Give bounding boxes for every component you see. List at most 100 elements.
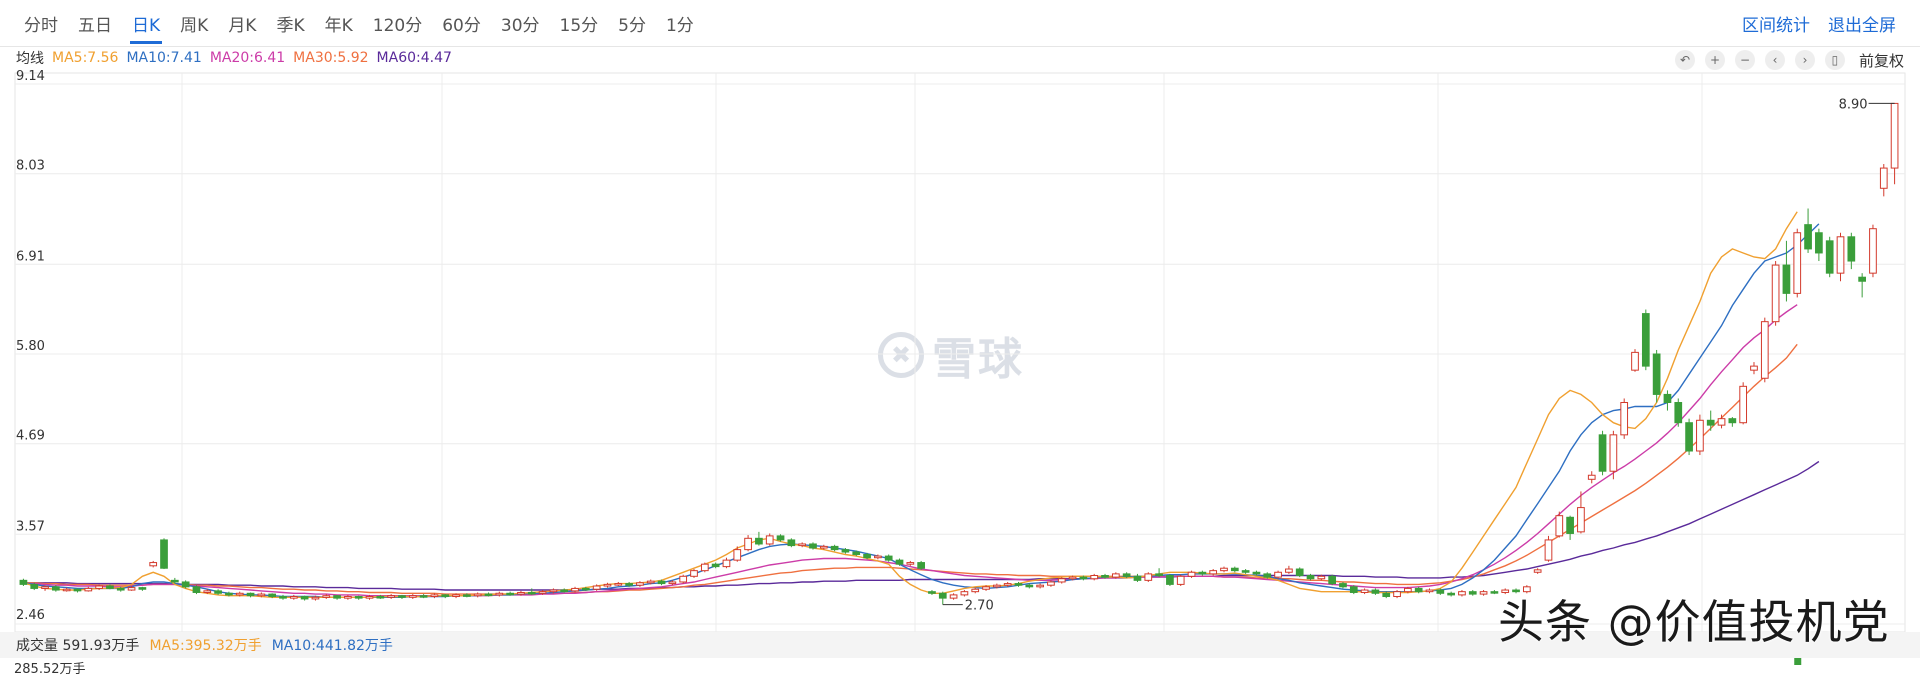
candle-body-up: [798, 543, 807, 547]
candle-body-down: [160, 539, 168, 569]
candle-body-up: [1879, 167, 1888, 189]
candle-body-up: [41, 586, 49, 589]
candle-body-down: [300, 596, 309, 600]
candle-body-up: [1425, 589, 1434, 593]
high-marker-label: 8.90: [1839, 97, 1868, 112]
candle-body-down: [657, 580, 666, 585]
candle-body-down: [1328, 575, 1337, 585]
candle-body-down: [1674, 402, 1683, 424]
candle-body-down: [581, 587, 590, 591]
candle-body-up: [517, 591, 525, 595]
candle-body-up: [819, 545, 828, 549]
candle-body-down: [1371, 589, 1380, 594]
candle-body-down: [1198, 571, 1207, 575]
candle-body-down: [625, 583, 633, 586]
candle-body-down: [1382, 592, 1391, 598]
candle-body-up: [603, 583, 612, 587]
candle-body-down: [1230, 567, 1239, 572]
candle-body-up: [668, 581, 677, 585]
candle-body-up: [949, 594, 958, 599]
volume-ma10: MA10:441.82万手: [271, 638, 393, 654]
candle-body-down: [1414, 587, 1423, 593]
candle-body-up: [1360, 589, 1369, 593]
candle-body-down: [884, 555, 893, 561]
y-tick-label: 9.14: [16, 69, 45, 84]
low-marker-label: 2.70: [965, 599, 994, 614]
candle-body-up: [1836, 236, 1845, 274]
candle-body-down: [181, 581, 190, 588]
volume-axis-label: 285.52万手: [14, 662, 86, 677]
candle-body-down: [1598, 434, 1607, 472]
candle-body-up: [1771, 264, 1780, 323]
candle-body-down: [1339, 583, 1347, 588]
candle-body-down: [1468, 591, 1477, 595]
y-tick-label: 6.91: [16, 249, 45, 264]
candle-body-down: [1804, 224, 1812, 250]
candle-body-up: [549, 589, 558, 593]
candle-body-down: [19, 579, 28, 585]
candle-body-down: [1014, 583, 1023, 586]
candle-body-up: [1209, 570, 1218, 575]
candle-body-up: [62, 588, 71, 592]
candle-body-up: [1285, 568, 1293, 573]
candle-body-up: [495, 592, 504, 596]
candle-body-down: [895, 559, 904, 565]
candle-body-down: [852, 551, 861, 555]
candle-body-down: [1241, 570, 1250, 573]
candle-body-up: [1869, 228, 1877, 274]
candle-body-up: [679, 575, 688, 583]
candle-body-down: [1447, 592, 1455, 596]
candle-body-up: [1544, 539, 1553, 561]
candle-body-down: [1858, 276, 1866, 282]
candle-body-down: [1133, 575, 1142, 581]
candle-body-down: [711, 563, 720, 568]
y-tick-label: 5.80: [16, 339, 45, 354]
candle-body-down: [116, 587, 125, 591]
candle-body-up: [592, 585, 601, 590]
candle-body-up: [257, 593, 266, 597]
candle-body-down: [484, 593, 493, 597]
candle-body-down: [1155, 573, 1163, 576]
candle-body-up: [646, 580, 655, 584]
candle-body-down: [560, 589, 569, 593]
candle-body-up: [235, 592, 244, 596]
candle-body-up: [538, 591, 547, 594]
plot-frame: [14, 72, 1906, 633]
candle-body-up: [1696, 419, 1704, 452]
candle-body-up: [408, 595, 417, 598]
candle-body-down: [214, 590, 222, 594]
candle-body-up: [473, 593, 482, 597]
candle-body-down: [246, 592, 255, 597]
candle-body-up: [322, 595, 331, 598]
candle-body-down: [506, 592, 514, 596]
candle-body-up: [1717, 418, 1726, 426]
candle-body-down: [1166, 574, 1174, 585]
candle-body-up: [1274, 571, 1282, 578]
candle-body-up: [311, 596, 320, 600]
candle-body-up: [744, 537, 752, 551]
candle-body-down: [830, 545, 839, 551]
candle-body-down: [1025, 584, 1034, 588]
candle-body-up: [722, 559, 731, 568]
candle-body-up: [1793, 232, 1802, 294]
kline-chart[interactable]: 9.14 8.03 6.91 5.80 4.69 3.57 2.46 8.90 2.70: [0, 0, 1920, 665]
candle-body-up: [1587, 474, 1596, 480]
candle-body-down: [1263, 573, 1272, 578]
candle-body-up: [1609, 434, 1618, 472]
candle-body-up: [906, 562, 915, 565]
candle-body-up: [982, 586, 990, 590]
candle-body-up: [1760, 321, 1769, 379]
candle-body-up: [289, 596, 298, 599]
candle-body-up: [1555, 515, 1564, 537]
candle-body-down: [841, 549, 850, 553]
candle-body-up: [1620, 402, 1629, 436]
candle-body-up: [127, 587, 136, 591]
candle-body-up: [614, 583, 623, 586]
candle-body-down: [138, 587, 147, 590]
candle-body-up: [1404, 587, 1412, 593]
candle-body-up: [1890, 102, 1899, 169]
candle-body-up: [700, 563, 709, 572]
candle-body-up: [203, 590, 212, 593]
candle-body-up: [733, 549, 742, 561]
candle-body-down: [1706, 419, 1715, 426]
